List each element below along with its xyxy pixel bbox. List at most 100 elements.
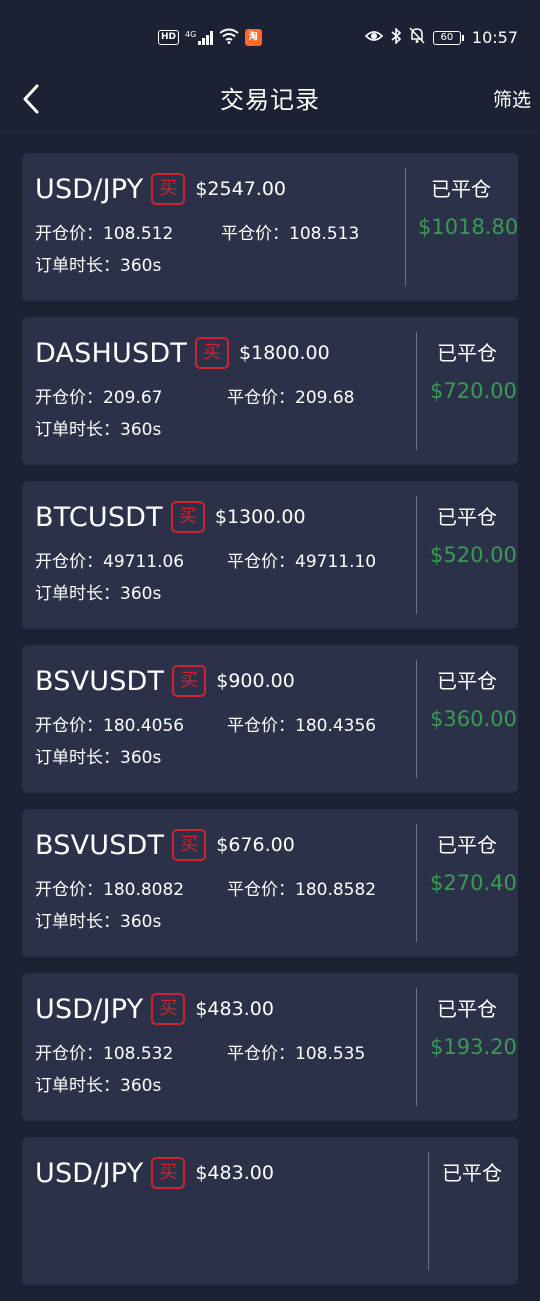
nav-bar: 交易记录 筛选 [0,66,540,132]
trade-record-card[interactable]: BSVUSDT 买 $900.00 开仓价：180.4056 平仓价：180.4356 订… [22,645,518,793]
trade-title-row: USD/JPY 买 $2547.00 [35,171,359,207]
open-price: 开仓价：108.532 [35,1039,227,1064]
profit-value: $720.00 [430,379,517,403]
buy-badge: 买 [195,337,230,369]
card-divider [416,824,417,942]
status-label: 已平仓 [437,997,497,1021]
buy-badge: 买 [170,501,205,533]
close-price-value: 180.8582 [295,880,377,900]
profit-value: $193.20 [430,1035,517,1059]
duration-row: 订单时长：360s [35,743,376,768]
hd-icon: HD [158,30,180,45]
open-price-label: 开仓价： [35,388,103,408]
open-price-value: 108.532 [103,1044,174,1064]
eye-icon [364,28,384,47]
trade-title-row: USD/JPY 买 $483.00 [35,1155,274,1191]
duration-label: 订单时长： [35,1076,120,1096]
status-label: 已平仓 [437,341,497,365]
status-label: 已平仓 [442,1161,502,1185]
card-divider [416,496,417,614]
battery-level: 60 [432,30,461,45]
duration-row: 订单时长：360s [35,1071,365,1096]
open-price: 开仓价：209.67 [35,383,227,408]
open-price-label: 开仓价： [35,1044,103,1064]
open-price: 开仓价：49711.06 [35,547,227,572]
trade-record-card[interactable]: USD/JPY 买 $483.00 开仓价：108.532 平仓价：108.535 订单时… [22,973,518,1121]
open-price-label: 开仓价： [35,552,103,572]
close-price: 平仓价：180.8582 [227,875,376,900]
card-divider [416,988,417,1106]
close-price-label: 平仓价： [227,880,295,900]
trade-symbol: USD/JPY [35,173,144,205]
price-row: 开仓价：108.512 平仓价：108.513 [35,219,359,244]
profit-value: $1018.80 [418,215,518,239]
status-left: HD 4G 淘 [158,28,262,47]
trade-symbol: BTCUSDT [35,501,163,533]
status-label: 已平仓 [437,669,497,693]
trade-amount: $900.00 [216,670,295,692]
trade-amount: $676.00 [216,834,295,856]
profit-value: $520.00 [430,543,517,567]
duration-row: 订单时长：360s [35,415,354,440]
trade-symbol: BSVUSDT [35,665,165,697]
open-price-label: 开仓价： [35,716,103,736]
trade-info: USD/JPY 买 $2547.00 开仓价：108.512 平仓价：108.513 订单… [35,171,359,276]
price-row: 开仓价：209.67 平仓价：209.68 [35,383,354,408]
open-price-value: 209.67 [103,388,163,408]
duration-value: 360s [120,584,162,604]
trade-symbol: DASHUSDT [35,337,188,369]
order-list: USD/JPY 买 $2547.00 开仓价：108.512 平仓价：108.513 订单… [22,153,518,1301]
close-price-label: 平仓价： [227,716,295,736]
duration-value: 360s [120,1076,162,1096]
buy-badge: 买 [172,665,207,697]
trade-record-card[interactable]: USD/JPY 买 $2547.00 开仓价：108.512 平仓价：108.513 订单… [22,153,518,301]
close-price: 平仓价：108.535 [227,1039,365,1064]
bluetooth-icon [391,26,402,48]
status-label: 已平仓 [431,177,491,201]
status-right: 60 10:57 [364,26,518,48]
profit-value: $270.40 [430,871,517,895]
duration-row: 订单时长：360s [35,579,376,604]
mute-bell-icon [409,27,425,48]
close-price: 平仓价：49711.10 [227,547,376,572]
close-price-label: 平仓价： [227,1044,295,1064]
trade-record-card[interactable]: BSVUSDT 买 $676.00 开仓价：180.8082 平仓价：180.8582 订… [22,809,518,957]
filter-button[interactable]: 筛选 [493,85,531,112]
trade-record-card[interactable]: BTCUSDT 买 $1300.00 开仓价：49711.06 平仓价：49711.10… [22,481,518,629]
close-price-value: 209.68 [295,388,355,408]
trade-amount: $1800.00 [239,342,330,364]
card-divider [416,332,417,450]
duration-row: 订单时长：360s [35,251,359,276]
price-row: 开仓价：49711.06 平仓价：49711.10 [35,547,376,572]
app-notification-icon: 淘 [244,29,262,46]
trade-info: USD/JPY 买 $483.00 开仓价：108.532 平仓价：108.535 订单时… [35,991,365,1096]
status-label: 已平仓 [437,505,497,529]
price-row: 开仓价：108.532 平仓价：108.535 [35,1039,365,1064]
battery-icon: 60 [432,30,464,45]
duration-label: 订单时长： [35,420,120,440]
buy-badge: 买 [151,173,186,205]
open-price: 开仓价：108.512 [35,219,221,244]
status-bar: HD 4G 淘 60 10:57 [0,0,540,66]
page-title: 交易记录 [220,86,320,114]
trade-info: BSVUSDT 买 $676.00 开仓价：180.8082 平仓价：180.8582 订… [35,827,376,932]
buy-badge: 买 [172,829,207,861]
trade-record-card[interactable]: DASHUSDT 买 $1800.00 开仓价：209.67 平仓价：209.68 订单时… [22,317,518,465]
price-row: 开仓价：180.8082 平仓价：180.8582 [35,875,376,900]
price-row: 开仓价：180.4056 平仓价：180.4356 [35,711,376,736]
open-price-value: 180.4056 [103,716,185,736]
trade-amount: $2547.00 [195,178,287,200]
duration-label: 订单时长： [35,912,120,932]
trade-amount: $1300.00 [214,506,306,528]
trade-title-row: BTCUSDT 买 $1300.00 [35,499,376,535]
trade-record-card[interactable]: USD/JPY 买 $483.00 已平仓 [22,1137,518,1285]
trade-title-row: USD/JPY 买 $483.00 [35,991,365,1027]
wifi-icon [219,28,239,47]
buy-badge: 买 [151,1157,186,1189]
trade-symbol: BSVUSDT [35,829,165,861]
trade-amount: $483.00 [195,998,274,1020]
clock: 10:57 [471,28,518,47]
duration-value: 360s [120,256,162,276]
close-price-label: 平仓价： [221,224,289,244]
close-price-label: 平仓价： [227,388,295,408]
